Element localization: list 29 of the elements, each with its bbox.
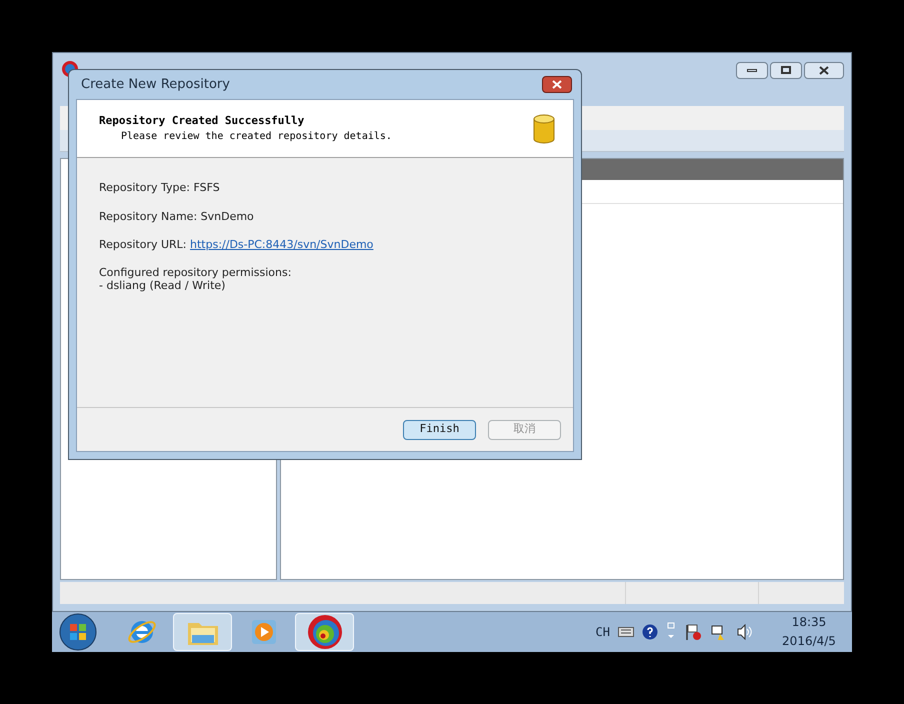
keyboard-icon[interactable]: [618, 627, 634, 637]
app-logo-icon: [306, 614, 342, 650]
clock-date: 2016/4/5: [782, 633, 836, 650]
start-button[interactable]: [58, 613, 98, 651]
detail-text: - dsliang (Read / Write): [99, 278, 226, 292]
dialog-title: Create New Repository: [81, 76, 230, 94]
database-icon: [533, 114, 555, 144]
detail-text: Repository Name: SvnDemo: [99, 208, 255, 224]
header-subtitle: Please review the created repository details.: [121, 130, 392, 144]
close-button[interactable]: [804, 62, 844, 78]
minimize-button[interactable]: [736, 62, 768, 78]
close-button[interactable]: [542, 76, 572, 93]
header-title: Repository Created Successfully: [99, 112, 306, 129]
maximize-button[interactable]: [770, 62, 802, 78]
close-icon: [552, 80, 562, 89]
detail-text: Repository URL: https://Ds-PC:8443/svn/SvnDemo: [99, 237, 374, 253]
flag-icon[interactable]: [684, 623, 702, 641]
repository-link[interactable]: https://Ds-PC:8443/svn/SvnDemo: [190, 238, 374, 251]
taskbar-button[interactable]: [295, 613, 354, 651]
language-indicator[interactable]: CH: [596, 623, 610, 641]
speaker-icon[interactable]: [736, 624, 754, 640]
detail-text: Configured repository permissions:: [99, 266, 292, 278]
dialog-button[interactable]: Finish: [403, 420, 476, 440]
detail-text: Repository Type: FSFS: [99, 180, 221, 196]
help-icon[interactable]: [642, 624, 658, 640]
clock[interactable]: 18:35 2016/4/5: [778, 613, 840, 651]
close-icon: [819, 66, 829, 74]
media-player-icon: [250, 618, 278, 646]
clock-time: 18:35: [792, 614, 826, 631]
